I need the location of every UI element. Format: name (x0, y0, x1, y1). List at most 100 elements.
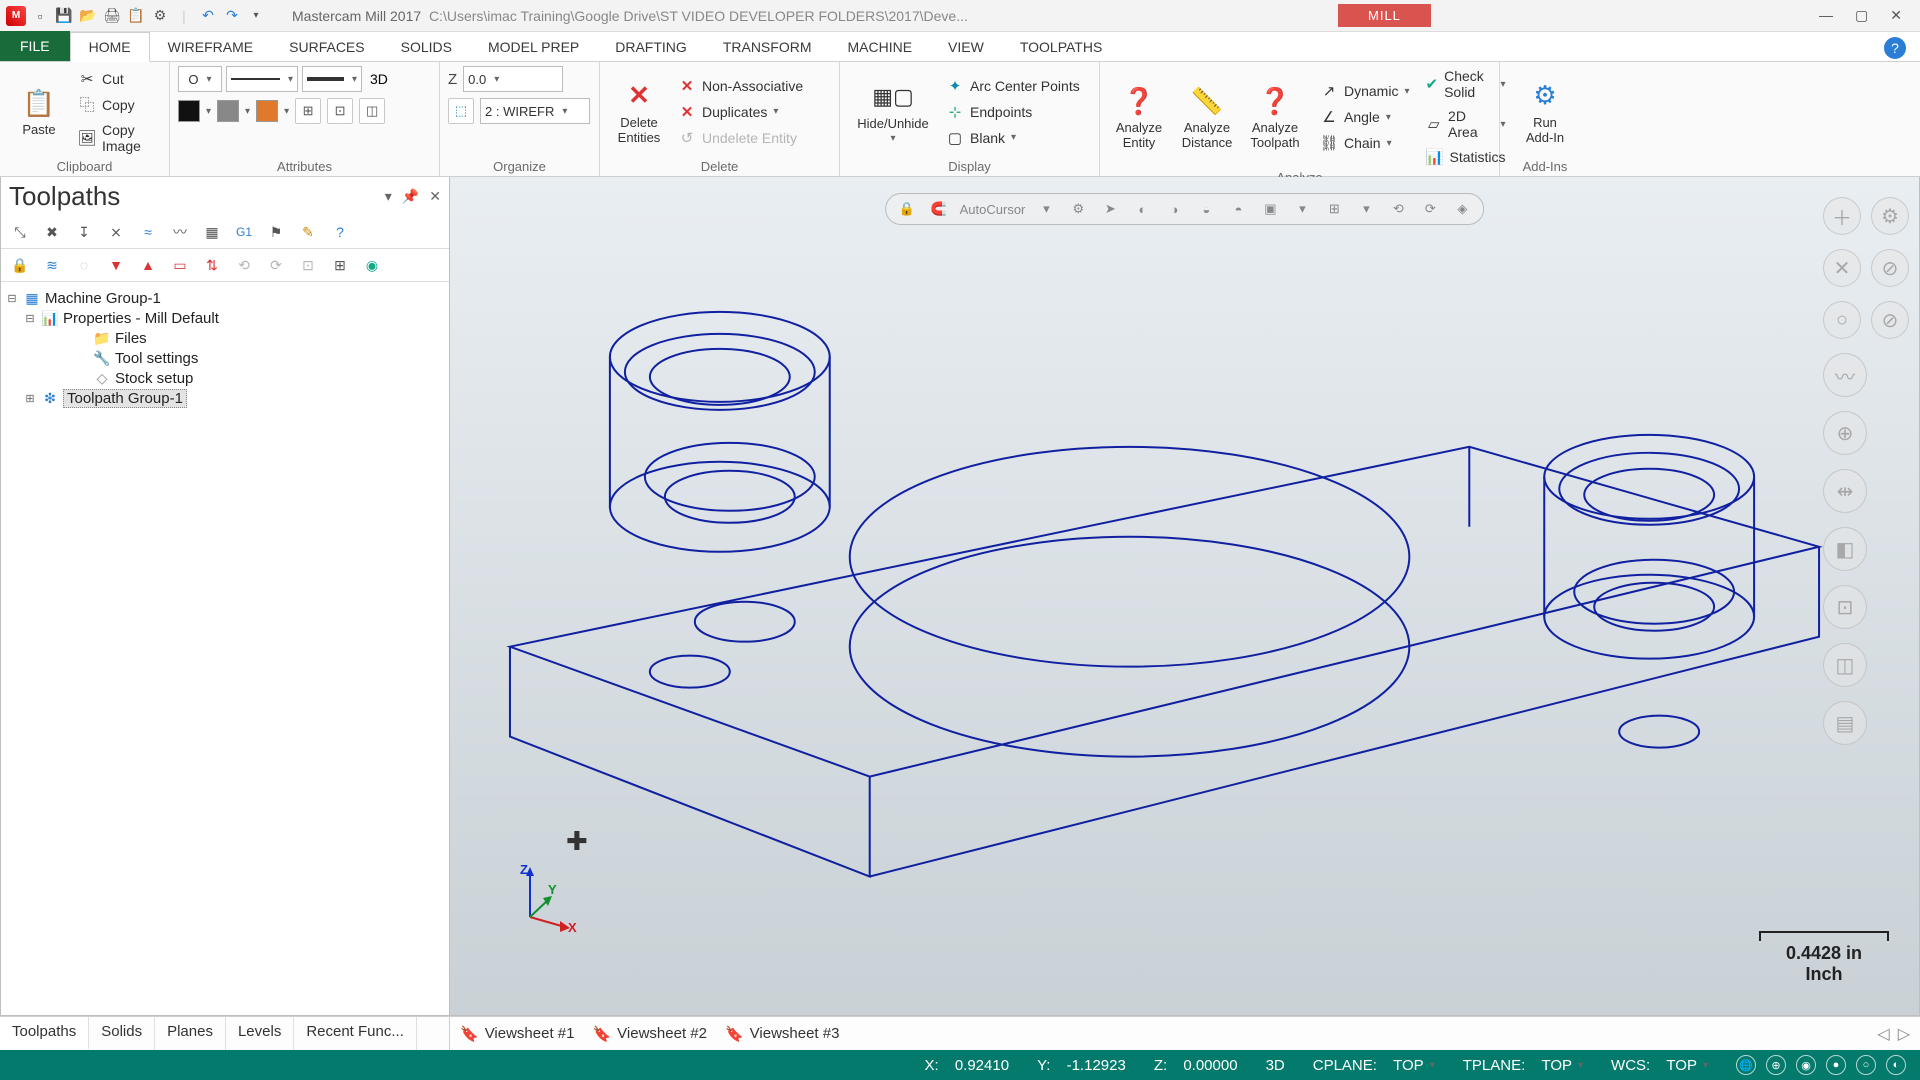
tb-del-icon[interactable]: ⨯ (103, 220, 129, 244)
tb-e-icon[interactable]: ◉ (359, 253, 385, 277)
globe-icon-3[interactable]: ◉ (1796, 1055, 1816, 1075)
color-swatch-2[interactable] (217, 100, 239, 122)
globe-icon-2[interactable]: ⊕ (1766, 1055, 1786, 1075)
qi-wire-icon[interactable]: ⊡ (1823, 585, 1867, 629)
maximize-button[interactable]: ▢ (1855, 7, 1868, 24)
attr-tool-2[interactable]: ⊡ (327, 98, 353, 124)
expand-icon[interactable]: ⊟ (5, 292, 19, 305)
tb-b-icon[interactable]: ⟳ (263, 253, 289, 277)
dot-icon-3[interactable]: ◐ (1886, 1055, 1906, 1075)
analyze-toolpath-button[interactable]: ❓ Analyze Toolpath (1244, 80, 1306, 154)
status-tplane[interactable]: TPLANE: TOP (1463, 1057, 1583, 1074)
expand-icon[interactable]: ⊟ (23, 312, 37, 325)
tb-grid-icon[interactable]: ▦ (199, 220, 225, 244)
tab-view[interactable]: VIEW (930, 33, 1002, 61)
bottom-tab-levels[interactable]: Levels (226, 1017, 294, 1050)
paste-button[interactable]: 📋 Paste (8, 82, 70, 141)
duplicates-button[interactable]: ✕Duplicates (676, 101, 805, 123)
tab-modelprep[interactable]: MODEL PREP (470, 33, 597, 61)
nav-prev-icon[interactable]: ◁ (1877, 1024, 1889, 1044)
status-mode[interactable]: 3D (1266, 1057, 1285, 1074)
qi-deny-icon[interactable]: ⊘ (1871, 249, 1909, 287)
line-style-combo[interactable] (226, 66, 298, 92)
attr-tool-1[interactable]: ⊞ (295, 98, 321, 124)
tb-a-icon[interactable]: ⟲ (231, 253, 257, 277)
tb-split-icon[interactable]: ⇅ (199, 253, 225, 277)
redo-icon[interactable]: ↷ (222, 6, 242, 26)
qi-plus-icon[interactable]: ＋ (1823, 197, 1861, 235)
viewport[interactable]: 🔒 🧲 AutoCursor ▾ ⚙ ➤ ◐ ◑ ◒ ◓ ▣ ▾ ⊞ ▾ ⟲ ⟳… (450, 177, 1920, 1016)
open-icon[interactable]: 📂 (78, 6, 98, 26)
qi-wave-icon[interactable]: 〰 (1823, 353, 1867, 397)
tb-g1-icon[interactable]: G1 (231, 220, 257, 244)
print-icon[interactable]: 🖨 (102, 6, 122, 26)
globe-icon-1[interactable]: 🌐 (1736, 1055, 1756, 1075)
chain-button[interactable]: ⛓Chain (1318, 132, 1412, 154)
viewsheet-1[interactable]: 🔖Viewsheet #1 (460, 1025, 574, 1043)
tb-edit-icon[interactable]: ✎ (295, 220, 321, 244)
point-style-combo[interactable]: O (178, 66, 222, 92)
tab-home[interactable]: HOME (70, 32, 150, 62)
bottom-tab-solids[interactable]: Solids (89, 1017, 155, 1050)
tree-tool-settings[interactable]: Tool settings (115, 350, 198, 367)
endpoints-button[interactable]: ⊹Endpoints (944, 101, 1082, 123)
dot-icon-1[interactable]: ● (1826, 1055, 1846, 1075)
status-x[interactable]: X: 0.92410 (924, 1057, 1009, 1074)
save-icon[interactable]: 💾 (54, 6, 74, 26)
tab-solids[interactable]: SOLIDS (383, 33, 470, 61)
tb-waves-icon[interactable]: ≋ (39, 253, 65, 277)
screenshot-icon[interactable]: 📋 (126, 6, 146, 26)
level-icon[interactable]: ⬚ (448, 98, 474, 124)
tb-x-icon[interactable]: ✖ (39, 220, 65, 244)
area-2d-button[interactable]: ▱2D Area (1424, 106, 1508, 142)
mode-3d-label[interactable]: 3D (366, 71, 388, 87)
run-addin-button[interactable]: ⚙ Run Add-In (1514, 75, 1576, 149)
arc-center-button[interactable]: ✦Arc Center Points (944, 75, 1082, 97)
tb-help-icon[interactable]: ? (327, 220, 353, 244)
tab-drafting[interactable]: DRAFTING (597, 33, 705, 61)
check-solid-button[interactable]: ✔Check Solid (1424, 66, 1508, 102)
copy-image-button[interactable]: 🖼Copy Image (76, 120, 161, 156)
tb-d-icon[interactable]: ⊞ (327, 253, 353, 277)
copy-button[interactable]: ⿻Copy (76, 94, 161, 116)
bottom-tab-toolpaths[interactable]: Toolpaths (0, 1017, 89, 1050)
tb-select-icon[interactable]: ⤡ (7, 220, 33, 244)
z-value-combo[interactable]: 0.0 (463, 66, 563, 92)
panel-dropdown-icon[interactable]: ▾ (385, 188, 392, 205)
qi-layers-icon[interactable]: ▤ (1823, 701, 1867, 745)
undelete-entity-button[interactable]: ↺Undelete Entity (676, 127, 805, 149)
tb-lock-icon[interactable]: 🔒 (7, 253, 33, 277)
tb-ins-icon[interactable]: ↧ (71, 220, 97, 244)
help-icon[interactable]: ? (1884, 37, 1906, 59)
tb-flag-icon[interactable]: ⚑ (263, 220, 289, 244)
tree-files[interactable]: Files (115, 330, 147, 347)
tree-toolpath-group[interactable]: Toolpath Group-1 (63, 389, 187, 408)
tree-stock[interactable]: Stock setup (115, 370, 193, 387)
tb-wave-icon[interactable]: 〰 (167, 220, 193, 244)
new-icon[interactable]: ▫ (30, 6, 50, 26)
blank-button[interactable]: ▢Blank (944, 127, 1082, 149)
tb-c-icon[interactable]: ⊡ (295, 253, 321, 277)
color-swatch-3[interactable] (256, 100, 278, 122)
qi-align-icon[interactable]: ⇹ (1823, 469, 1867, 513)
status-z[interactable]: Z: 0.00000 (1154, 1057, 1238, 1074)
qi-circle-icon[interactable]: ○ (1823, 301, 1861, 339)
cut-button[interactable]: ✂Cut (76, 68, 161, 90)
tb-down-icon[interactable]: ▼ (103, 253, 129, 277)
tab-wireframe[interactable]: WIREFRAME (150, 33, 272, 61)
level-combo[interactable]: 2 : WIREFR (480, 98, 590, 124)
non-associative-button[interactable]: ✕Non-Associative (676, 75, 805, 97)
tab-file[interactable]: FILE (0, 31, 70, 61)
qi-cross-icon[interactable]: ✕ (1823, 249, 1861, 287)
qi-no-icon[interactable]: ⊘ (1871, 301, 1909, 339)
angle-button[interactable]: ∠Angle (1318, 106, 1412, 128)
hide-unhide-button[interactable]: ▦▢ Hide/Unhide (848, 76, 938, 148)
qi-cube-icon[interactable]: ◫ (1823, 643, 1867, 687)
qi-target-icon[interactable]: ⊕ (1823, 411, 1867, 455)
panel-close-icon[interactable]: ✕ (429, 188, 441, 205)
dynamic-button[interactable]: ↗Dynamic (1318, 80, 1412, 102)
panel-pin-icon[interactable]: 📌 (402, 188, 419, 205)
qat-dropdown-icon[interactable]: ▾ (246, 6, 266, 26)
undo-icon[interactable]: ↶ (198, 6, 218, 26)
operations-tree[interactable]: ⊟▦Machine Group-1 ⊟📊Properties - Mill De… (1, 282, 449, 1015)
